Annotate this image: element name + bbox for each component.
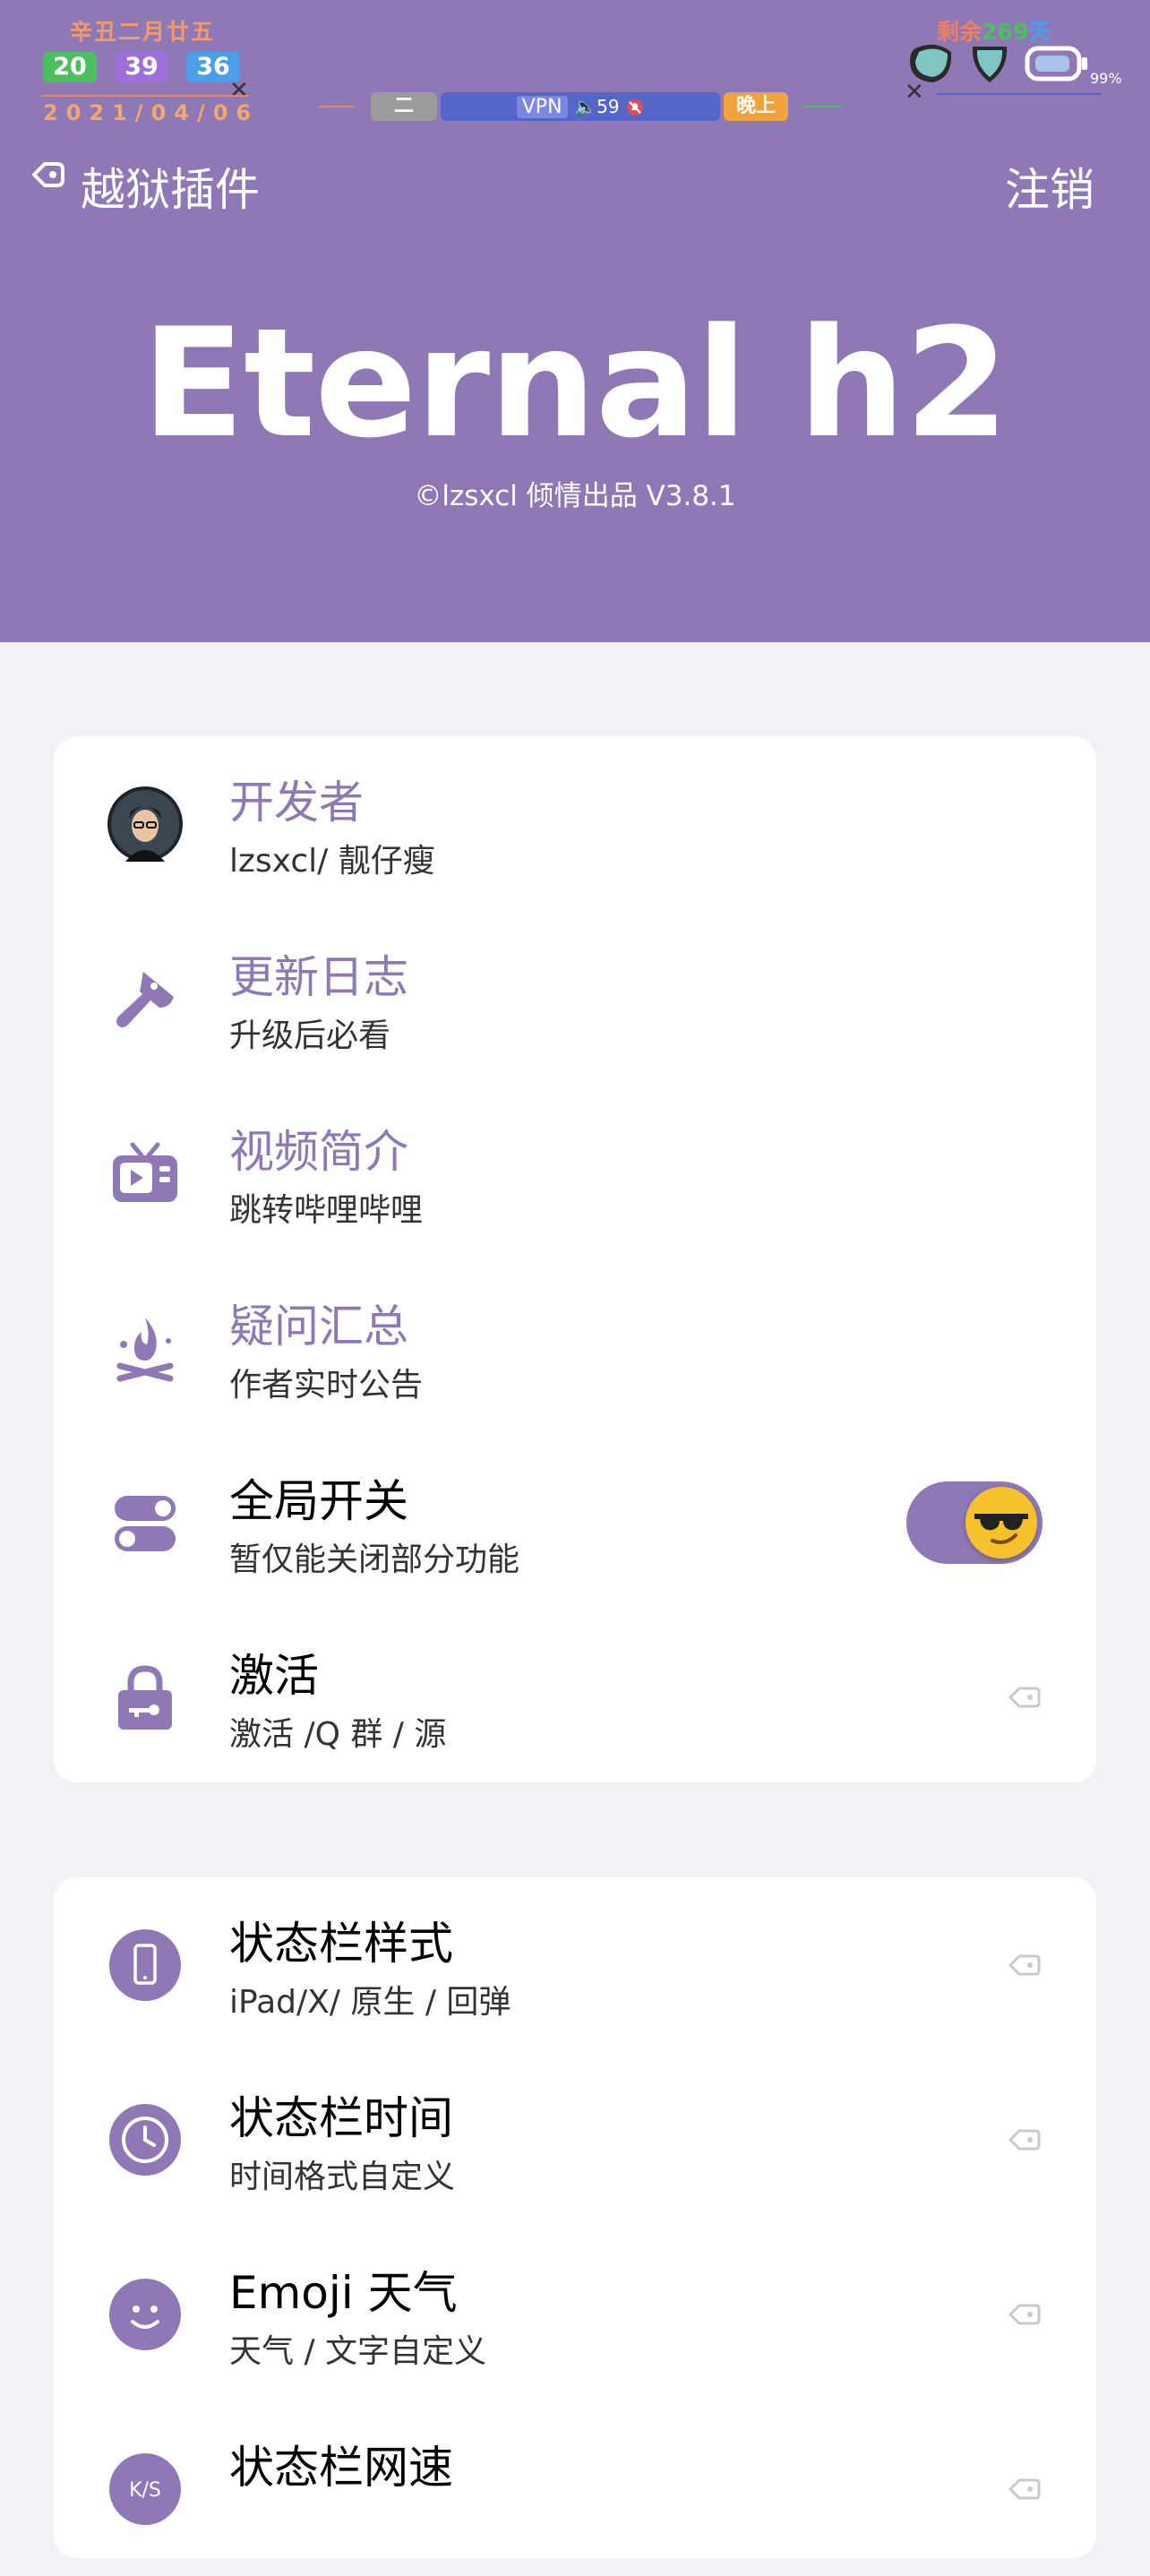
item-subtitle: 时间格式自定义 — [229, 2159, 456, 2195]
divider — [41, 95, 249, 97]
clock-icon — [109, 2104, 181, 2176]
item-title: 视频简介 — [229, 1126, 408, 1178]
list-item-statusbar-speed[interactable]: K/S 状态栏网速 — [54, 2401, 1096, 2576]
list-item-global-switch: 全局开关 暂仅能关闭部分功能 — [54, 1435, 1096, 1610]
list-item-statusbar-style[interactable]: 状态栏样式 iPad/X/ 原生 / 回弹 — [54, 1877, 1096, 2052]
speed-icon: K/S — [109, 2453, 181, 2525]
vpn-label: VPN — [516, 96, 568, 118]
tv-icon — [113, 1142, 177, 1202]
item-title: 状态栏样式 — [229, 1918, 453, 1970]
divider — [319, 106, 355, 107]
close-icon: ✕ — [905, 79, 924, 106]
battery-icon — [1025, 46, 1087, 82]
settings-card: 开发者 lzsxcl/ 靓仔瘦 更新日志 升级后必看 视频简介 跳转哔哩哔哩 疑… — [54, 736, 1096, 1782]
weekday-badge: 二 — [371, 92, 437, 121]
item-title: 疑问汇总 — [229, 1301, 408, 1352]
back-arrow-icon[interactable] — [30, 157, 66, 193]
item-subtitle: 天气 / 文字自定义 — [229, 2333, 487, 2370]
list-item-emoji-weather[interactable]: Emoji 天气 天气 / 文字自定义 — [54, 2227, 1096, 2401]
counter-green: 20 — [43, 52, 97, 82]
item-title: 激活 — [229, 1650, 319, 1702]
item-subtitle: 升级后必看 — [229, 1018, 391, 1054]
airpods-icon — [972, 47, 1008, 82]
statusbar-card: 状态栏样式 iPad/X/ 原生 / 回弹 状态栏时间 时间格式自定义 Emoj… — [54, 1877, 1096, 2558]
arrow-icon — [1008, 1687, 1041, 1708]
toggles-icon — [115, 1496, 176, 1551]
item-title: 状态栏网速 — [229, 2442, 453, 2494]
arrow-icon — [1008, 2304, 1041, 2325]
global-switch-toggle[interactable] — [906, 1481, 1043, 1564]
item-title: 开发者 — [229, 777, 364, 829]
lock-icon — [118, 1665, 172, 1730]
arrow-icon — [1008, 1954, 1041, 1976]
item-subtitle: 暂仅能关闭部分功能 — [229, 1541, 520, 1578]
item-subtitle: lzsxcl/ 靓仔瘦 — [229, 843, 435, 880]
back-button[interactable]: 越狱插件 — [81, 154, 260, 219]
arrow-icon — [1008, 2478, 1041, 2500]
divider — [802, 106, 842, 107]
bell-off-icon — [627, 99, 644, 116]
lunar-date: 辛丑二月廿五 — [70, 19, 216, 45]
cleaver-icon — [116, 972, 174, 1027]
list-item-developer[interactable]: 开发者 lzsxcl/ 靓仔瘦 — [54, 736, 1096, 911]
divider — [937, 93, 1102, 95]
app-subtitle: ©lzsxcl 倾情出品 V3.8.1 — [414, 480, 736, 512]
smile-icon — [109, 2279, 181, 2350]
date-text: 2021/04/06 — [43, 100, 260, 125]
item-subtitle: 跳转哔哩哔哩 — [229, 1192, 424, 1229]
sunglasses-emoji-icon — [965, 1487, 1037, 1558]
vpn-bar: VPN 🔈59 — [441, 92, 720, 121]
list-item-activate[interactable]: 激活 激活 /Q 群 / 源 — [54, 1610, 1096, 1784]
period-badge: 晚上 — [724, 92, 788, 121]
counter-purple: 39 — [115, 52, 168, 82]
item-title: 状态栏时间 — [229, 2092, 453, 2144]
logout-button[interactable]: 注销 — [1005, 154, 1094, 219]
item-title: 更新日志 — [229, 951, 408, 1003]
arrow-icon — [1008, 2129, 1041, 2151]
list-item-statusbar-time[interactable]: 状态栏时间 时间格式自定义 — [54, 2052, 1096, 2227]
svg-text:K/S: K/S — [129, 2479, 161, 2502]
item-title: 全局开关 — [229, 1475, 408, 1527]
app-title: Eternal h2 — [142, 296, 1008, 471]
item-title: Emoji 天气 — [229, 2267, 458, 2319]
list-item-video[interactable]: 视频简介 跳转哔哩哔哩 — [54, 1086, 1096, 1260]
item-subtitle: 作者实时公告 — [229, 1367, 424, 1404]
volume-text: 🔈59 — [574, 96, 620, 117]
phone-icon — [109, 1929, 181, 2001]
battery-percent: 99% — [1090, 70, 1122, 87]
item-subtitle: 激活 /Q 群 / 源 — [229, 1716, 447, 1753]
avatar — [107, 786, 183, 862]
item-subtitle: iPad/X/ 原生 / 回弹 — [229, 1984, 511, 2021]
list-item-changelog[interactable]: 更新日志 升级后必看 — [54, 911, 1096, 1086]
campfire-icon — [116, 1318, 174, 1382]
list-item-faq[interactable]: 疑问汇总 作者实时公告 — [54, 1260, 1096, 1435]
